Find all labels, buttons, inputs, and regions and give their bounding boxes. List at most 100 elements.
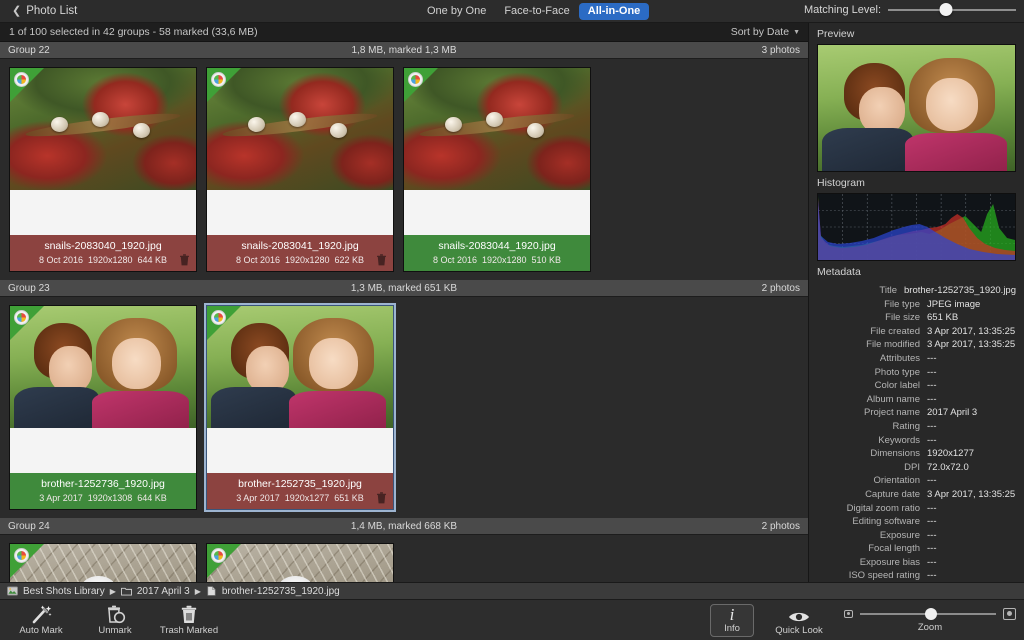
thumbnail-image (207, 544, 393, 582)
breadcrumb-library[interactable]: Best Shots Library (23, 586, 105, 597)
group-header[interactable]: Group 241,4 MB, marked 668 KB2 photos (0, 518, 808, 535)
breadcrumb: Best Shots Library ▶ 2017 April 3 ▶ brot… (0, 582, 1024, 599)
photos-app-badge-icon (14, 548, 29, 563)
photo-caption: brother-1252736_1920.jpg3 Apr 2017 1920x… (10, 473, 196, 509)
metadata-value: --- (927, 556, 937, 570)
metadata-row: File modified3 Apr 2017, 13:35:25 (809, 338, 1016, 352)
small-thumbnail-icon[interactable] (844, 610, 853, 618)
thumbnail-image (207, 306, 393, 428)
group-header[interactable]: Group 221,8 MB, marked 1,3 MB3 photos (0, 42, 808, 59)
metadata-key: DPI (809, 461, 927, 475)
metadata-value: --- (927, 529, 937, 543)
quick-look-label: Quick Look (775, 625, 823, 636)
photo-thumbnail[interactable]: snails-2083040_1920.jpg8 Oct 2016 1920x1… (9, 67, 197, 272)
trash-marked-button[interactable]: Trash Marked (162, 605, 216, 636)
group-photo-count: 3 photos (762, 45, 800, 56)
delete-photo-icon[interactable] (376, 254, 387, 266)
metadata-key: Project name (809, 406, 927, 420)
photo-thumbnail[interactable]: brother-1252736_1920.jpg3 Apr 2017 1920x… (9, 305, 197, 510)
metadata-value: --- (927, 569, 937, 582)
metadata-row: Color label--- (809, 379, 1016, 393)
metadata-row: Focal length--- (809, 542, 1016, 556)
metadata-row: Exposure--- (809, 529, 1016, 543)
photo-filename: brother-1252735_1920.jpg (207, 477, 393, 491)
breadcrumb-folder[interactable]: 2017 April 3 (137, 586, 190, 597)
matching-level-slider[interactable] (888, 3, 1016, 16)
inspector-pane: Preview Histogram (808, 23, 1024, 582)
histogram-section-title: Histogram (809, 172, 1024, 193)
metadata-value: 1920x1277 (927, 447, 974, 461)
metadata-value: --- (927, 393, 937, 407)
metadata-key: ISO speed rating (809, 569, 927, 582)
tab-one-by-one[interactable]: One by One (418, 3, 495, 20)
metadata-row: Attributes--- (809, 352, 1016, 366)
toolbar-right-controls: i Info Quick Look (710, 604, 1016, 637)
metadata-key: Rating (809, 420, 927, 434)
photo-meta: 8 Oct 2016 1920x1280 622 KB (207, 254, 393, 266)
metadata-value: --- (927, 502, 937, 516)
unmark-button[interactable]: Unmark (88, 605, 142, 636)
zoom-slider-knob[interactable] (925, 608, 937, 620)
delete-photo-icon[interactable] (376, 492, 387, 504)
tab-face-to-face[interactable]: Face-to-Face (495, 3, 578, 20)
preview-image (817, 44, 1016, 172)
photos-app-badge-icon (408, 72, 423, 87)
matching-slider-knob[interactable] (939, 3, 952, 16)
caret-down-icon: ▼ (793, 29, 800, 36)
corner-flag-icon (404, 68, 438, 102)
zoom-slider[interactable] (860, 608, 996, 620)
quick-look-button[interactable]: Quick Look (772, 605, 826, 636)
back-to-photo-list-button[interactable]: ❮ Photo List (0, 5, 77, 17)
photo-thumbnail[interactable] (206, 543, 394, 582)
toolbar-action-buttons: Auto Mark Unmark (0, 605, 216, 636)
photo-thumbnail[interactable]: snails-2083041_1920.jpg8 Oct 2016 1920x1… (206, 67, 394, 272)
preview-artwork (818, 45, 1015, 171)
thumbnail-image (207, 68, 393, 190)
group-header[interactable]: Group 231,3 MB, marked 651 KB2 photos (0, 280, 808, 297)
thumbnail-image (404, 68, 590, 190)
preview-section-title: Preview (809, 23, 1024, 44)
metadata-row: Editing software--- (809, 515, 1016, 529)
metadata-key: Exposure (809, 529, 927, 543)
metadata-value: 651 KB (927, 311, 958, 325)
group-photo-count: 2 photos (762, 521, 800, 532)
metadata-value: --- (927, 542, 937, 556)
photo-groups-scroll-area[interactable]: Group 221,8 MB, marked 1,3 MB3 photos sna… (0, 42, 808, 582)
group-photo-count: 2 photos (762, 283, 800, 294)
corner-flag-icon (10, 68, 44, 102)
metadata-value: 2017 April 3 (927, 406, 977, 420)
bottom-toolbar: Auto Mark Unmark (0, 599, 1024, 640)
thumbnail-image (10, 68, 196, 190)
photo-library-icon (7, 586, 18, 596)
matching-level-label: Matching Level: (804, 4, 881, 16)
sort-by-dropdown[interactable]: Sort by Date ▼ (731, 26, 800, 38)
top-bar: ❮ Photo List One by One Face-to-Face All… (0, 0, 1024, 23)
photo-thumbnail[interactable] (9, 543, 197, 582)
metadata-row: Capture date3 Apr 2017, 13:35:25 (809, 488, 1016, 502)
folder-icon (121, 586, 132, 596)
zoom-control: Zoom (844, 608, 1016, 633)
auto-mark-button[interactable]: Auto Mark (14, 605, 68, 636)
metadata-key: Focal length (809, 542, 927, 556)
file-icon (206, 586, 217, 596)
photo-thumbnail[interactable]: snails-2083044_1920.jpg8 Oct 2016 1920x1… (403, 67, 591, 272)
tab-all-in-one[interactable]: All-in-One (579, 3, 650, 20)
corner-flag-icon (207, 544, 241, 578)
histogram-chart (817, 193, 1016, 261)
thumbnail-image (10, 306, 196, 428)
thumbnail-matte (10, 190, 196, 235)
delete-photo-icon[interactable] (179, 254, 190, 266)
large-thumbnail-icon[interactable] (1003, 608, 1016, 620)
metadata-key: Digital zoom ratio (809, 502, 927, 516)
photo-dedupe-window: ❮ Photo List One by One Face-to-Face All… (0, 0, 1024, 640)
metadata-key: File created (809, 325, 927, 339)
metadata-value: --- (927, 420, 937, 434)
metadata-row: Titlebrother-1252735_1920.jpg (809, 284, 1016, 298)
metadata-key: File type (809, 298, 927, 312)
status-bar: 1 of 100 selected in 42 groups - 58 mark… (0, 23, 808, 42)
thumbnail-image (10, 544, 196, 582)
breadcrumb-file[interactable]: brother-1252735_1920.jpg (222, 586, 340, 597)
photo-thumbnail[interactable]: brother-1252735_1920.jpg3 Apr 2017 1920x… (206, 305, 394, 510)
metadata-key: Color label (809, 379, 927, 393)
info-button[interactable]: i Info (710, 604, 754, 637)
